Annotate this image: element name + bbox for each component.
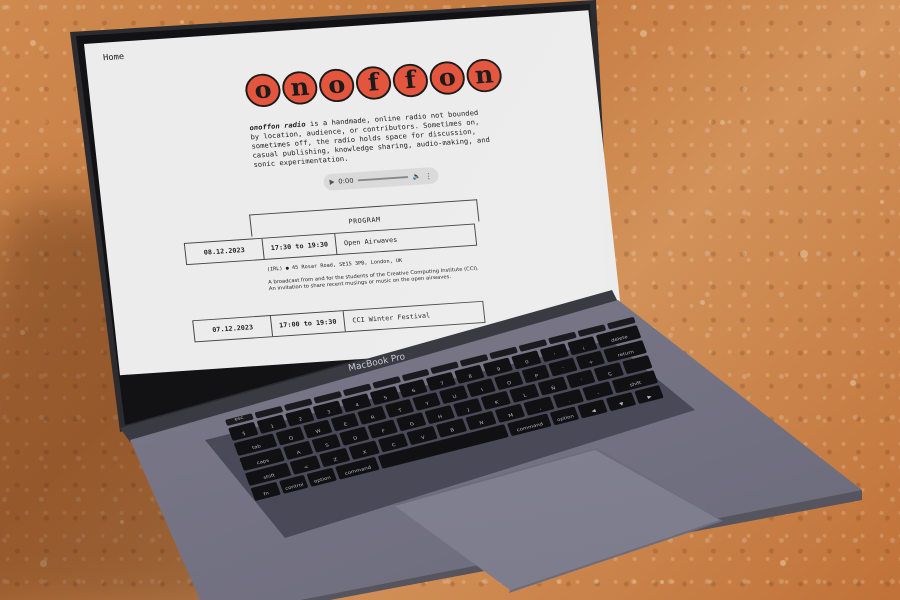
logo-letter: o xyxy=(243,72,283,109)
logo-letter: o xyxy=(317,67,356,104)
program-entry-row: 07.12.2023 17:00 to 19:30 CCI Winter Fes… xyxy=(192,300,486,343)
play-icon[interactable] xyxy=(329,179,335,186)
audio-player[interactable]: 0:00 🔈 ⋮ xyxy=(322,166,440,191)
intro-text: is a handmade, online radio not bounded … xyxy=(250,108,491,169)
logo-letter: o xyxy=(428,60,467,96)
nav-home-link[interactable]: Home xyxy=(103,52,125,63)
logo-letter: f xyxy=(391,62,430,99)
player-progress-bar[interactable] xyxy=(357,176,409,182)
logo-letter: n xyxy=(280,70,320,106)
program-entry: 07.12.2023 17:00 to 19:30 CCI Winter Fes… xyxy=(192,300,486,343)
more-options-icon[interactable]: ⋮ xyxy=(424,171,433,180)
volume-icon[interactable]: 🔈 xyxy=(412,173,421,181)
player-time: 0:00 xyxy=(337,177,355,186)
intro-paragraph: onoffon radio is a handmade, online radi… xyxy=(249,108,492,170)
logo-letter: f xyxy=(354,65,393,101)
entry-date: 07.12.2023 xyxy=(193,315,274,342)
onoffon-logo[interactable]: o n o f f o n xyxy=(243,57,504,109)
entry-title: CCI Winter Festival xyxy=(352,311,431,325)
laptop: Home o n o f f o n onoffon radio is a ha… xyxy=(0,0,900,600)
logo-letter: n xyxy=(464,57,504,94)
program-entry: 08.12.2023 17:30 to 19:30 Open Airwaves … xyxy=(183,223,481,299)
entry-time: 17:00 to 19:30 xyxy=(270,311,346,337)
